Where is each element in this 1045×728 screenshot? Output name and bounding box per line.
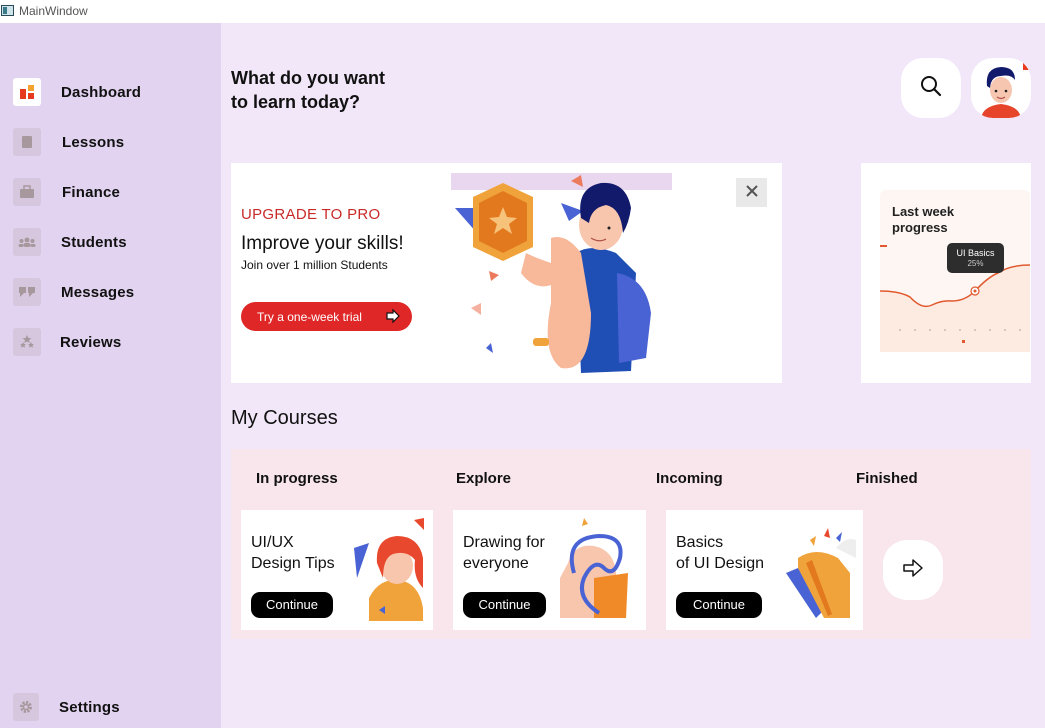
- sidebar-item-label: Dashboard: [61, 84, 142, 101]
- sidebar-item-label: Finance: [62, 184, 121, 201]
- gear-icon: [13, 693, 39, 721]
- progress-card: Last week progress UI Basics 25%: [861, 163, 1031, 383]
- progress-title: Last week progress: [892, 204, 954, 236]
- tooltip-value: 25%: [967, 259, 984, 268]
- progress-tooltip: UI Basics 25%: [947, 243, 1004, 273]
- course-name-line: Design Tips: [251, 555, 335, 572]
- trial-button-label: Try a one-week trial: [257, 310, 362, 324]
- avatar-image: [981, 62, 1029, 118]
- sidebar-item-label: Messages: [61, 284, 135, 301]
- page-title-line: to learn today?: [231, 92, 361, 112]
- section-title: My Courses: [231, 407, 338, 429]
- progress-chart: Last week progress UI Basics 25%: [880, 190, 1030, 352]
- promo-label: UPGRADE TO PRO: [241, 206, 381, 223]
- course-name-line: Basics: [676, 534, 724, 551]
- sidebar-item-label: Lessons: [62, 134, 125, 151]
- course-name-line: of UI Design: [676, 555, 765, 572]
- tooltip-title: UI Basics: [956, 248, 995, 258]
- window-title: MainWindow: [19, 4, 88, 18]
- promo-illustration: [451, 173, 672, 373]
- quote-icon: [13, 278, 41, 306]
- promo-subtitle: Join over 1 million Students: [241, 258, 388, 272]
- sidebar-item-label: Students: [61, 234, 127, 251]
- promo-banner: UPGRADE TO PRO Improve your skills! Join…: [231, 163, 782, 383]
- book-icon: [13, 128, 41, 156]
- sidebar-item-label: Settings: [59, 699, 120, 716]
- course-name: Basics of UI Design: [676, 532, 764, 574]
- close-icon: [745, 184, 758, 202]
- page-title-line: What do you want: [231, 68, 385, 88]
- sidebar-item-finance[interactable]: Finance: [0, 178, 221, 218]
- avatar[interactable]: [971, 58, 1031, 118]
- window-titlebar: MainWindow: [0, 0, 1045, 23]
- stars-icon: [13, 328, 41, 356]
- briefcase-icon: [13, 178, 41, 206]
- promo-title: Improve your skills!: [241, 233, 404, 254]
- users-icon: [13, 228, 41, 256]
- arrow-right-icon: [902, 557, 924, 584]
- course-illustration: [339, 518, 425, 621]
- sidebar-item-messages[interactable]: Messages: [0, 278, 221, 318]
- course-name-line: Drawing for: [463, 534, 545, 551]
- course-name: UI/UX Design Tips: [251, 532, 335, 574]
- sidebar-item-settings[interactable]: Settings: [0, 693, 221, 728]
- sidebar-item-lessons[interactable]: Lessons: [0, 128, 221, 168]
- tab-incoming[interactable]: Incoming: [656, 470, 723, 487]
- continue-button[interactable]: Continue: [251, 592, 333, 618]
- search-button[interactable]: [901, 58, 961, 118]
- next-button[interactable]: [883, 540, 943, 600]
- page-title: What do you want to learn today?: [231, 66, 385, 114]
- course-card[interactable]: Drawing for everyone Continue: [453, 510, 646, 630]
- course-card[interactable]: Basics of UI Design Continue: [666, 510, 863, 630]
- courses-panel: In progress Explore Incoming Finished UI…: [231, 449, 1031, 639]
- sidebar: Dashboard Lessons Finance Students Messa…: [0, 23, 221, 728]
- sidebar-item-students[interactable]: Students: [0, 228, 221, 268]
- course-illustration: [554, 518, 638, 621]
- tab-finished[interactable]: Finished: [856, 470, 918, 487]
- continue-button[interactable]: Continue: [676, 592, 762, 618]
- course-name: Drawing for everyone: [463, 532, 545, 574]
- continue-button[interactable]: Continue: [463, 592, 546, 618]
- sidebar-item-label: Reviews: [60, 334, 122, 351]
- course-card[interactable]: UI/UX Design Tips Continue: [241, 510, 433, 630]
- progress-title-line: progress: [892, 220, 948, 235]
- sidebar-item-dashboard[interactable]: Dashboard: [0, 78, 221, 118]
- chart-marker: [880, 245, 887, 247]
- app-icon: [1, 5, 14, 16]
- progress-title-line: Last week: [892, 204, 955, 219]
- course-name-line: UI/UX: [251, 534, 294, 551]
- search-icon: [919, 74, 943, 103]
- close-button[interactable]: [736, 178, 767, 207]
- tab-in-progress[interactable]: In progress: [256, 470, 338, 487]
- course-name-line: everyone: [463, 555, 529, 572]
- sidebar-item-reviews[interactable]: Reviews: [0, 328, 221, 368]
- arrow-right-icon: [385, 308, 401, 327]
- trial-button[interactable]: Try a one-week trial: [241, 302, 412, 331]
- course-illustration: [776, 518, 856, 621]
- dashboard-icon: [13, 78, 41, 106]
- tab-explore[interactable]: Explore: [456, 470, 511, 487]
